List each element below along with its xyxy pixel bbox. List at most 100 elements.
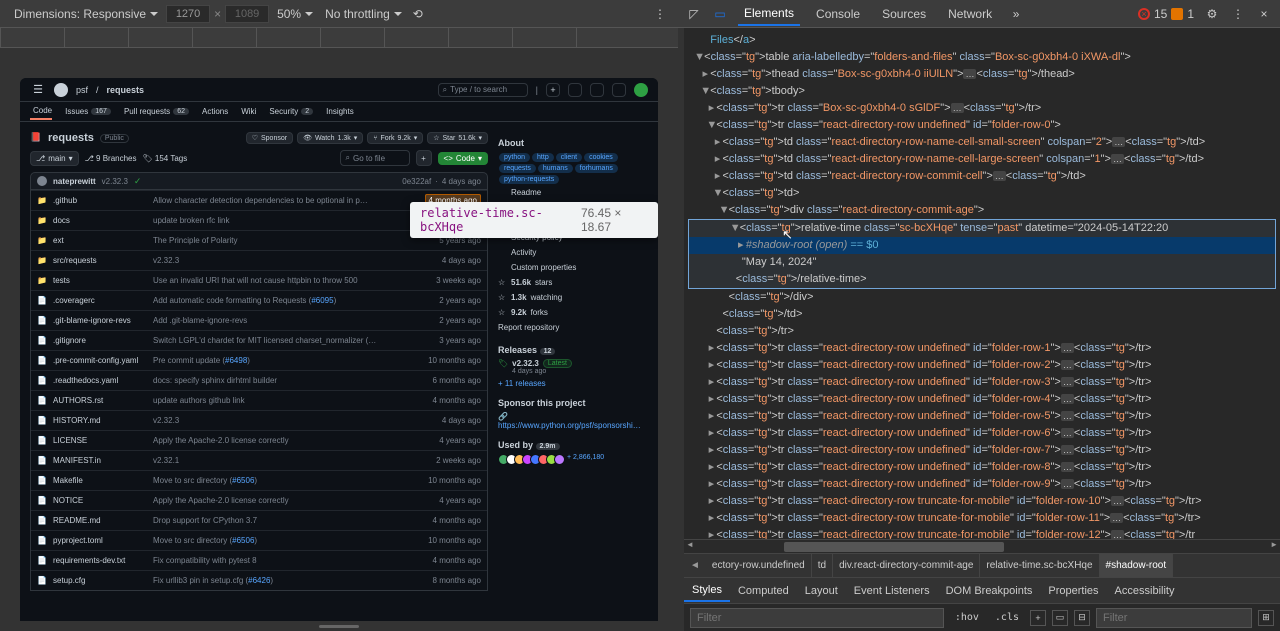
notifications-icon[interactable] [612, 83, 626, 97]
topic-tag[interactable]: http [532, 153, 554, 162]
tree-node[interactable]: ▸<class="tg">td class="react-directory-r… [684, 168, 1280, 185]
file-name[interactable]: .github [53, 196, 153, 205]
commit-message[interactable]: Move to src directory (#6506) [153, 536, 422, 545]
tree-node[interactable]: ▸<class="tg">thead class="Box-sc-g0xbh4-… [684, 66, 1280, 83]
styles-tab-dom-breakpoints[interactable]: DOM Breakpoints [938, 581, 1041, 601]
bc-item[interactable]: td [812, 554, 833, 577]
tab-sources[interactable]: Sources [876, 3, 932, 25]
file-row[interactable]: 📄MakefileMove to src directory (#6506)10… [31, 470, 487, 490]
topic-tag[interactable]: python-requests [499, 175, 559, 184]
tab-console[interactable]: Console [810, 3, 866, 25]
file-name[interactable]: .pre-commit-config.yaml [53, 356, 153, 365]
topic-tag[interactable]: cookies [584, 153, 618, 162]
styles-tab-styles[interactable]: Styles [684, 580, 730, 602]
bc-item[interactable]: ectory-row.undefined [706, 554, 812, 577]
settings-icon[interactable]: ⚙ [1204, 6, 1220, 22]
file-name[interactable]: .readthedocs.yaml [53, 376, 153, 385]
side-link[interactable]: Readme [498, 185, 648, 200]
sponsor-url[interactable]: 🔗 https://www.python.org/psf/sponsorshi… [498, 412, 648, 430]
horizontal-scrollbar[interactable] [684, 539, 1280, 553]
file-row[interactable]: 📄.gitignoreSwitch LGPL'd chardet for MIT… [31, 330, 487, 350]
star-button[interactable]: ☆ Star 51.6k ▾ [427, 132, 488, 144]
rotate-icon[interactable]: ⟲ [410, 6, 426, 22]
bc-item[interactable]: div.react-directory-commit-age [833, 554, 980, 577]
file-name[interactable]: requirements-dev.txt [53, 556, 153, 565]
file-name[interactable]: MANIFEST.in [53, 456, 153, 465]
plus-dropdown[interactable]: + [546, 83, 560, 97]
styles-tab-properties[interactable]: Properties [1040, 581, 1106, 601]
tree-node[interactable]: ▼<class="tg">tbody> [684, 83, 1280, 100]
file-name[interactable]: HISTORY.md [53, 416, 153, 425]
breadcrumb-repo[interactable]: requests [107, 85, 145, 95]
commit-message[interactable]: Use an invalid URI that will not cause h… [153, 276, 430, 285]
new-rule-icon[interactable]: + [1030, 610, 1046, 626]
device-icon[interactable]: ▭ [712, 6, 728, 22]
commit-author[interactable]: nateprewitt [53, 177, 96, 186]
tab-elements[interactable]: Elements [738, 2, 800, 26]
branch-button[interactable]: ⎇ main ▾ [30, 151, 79, 166]
file-row[interactable]: 📄pyproject.tomlMove to src directory (#6… [31, 530, 487, 550]
styles-tab-computed[interactable]: Computed [730, 581, 797, 601]
pulls-icon[interactable] [590, 83, 604, 97]
commit-sha[interactable]: 0e322af [402, 177, 431, 186]
file-row[interactable]: 📄AUTHORS.rstupdate authors github link4 … [31, 390, 487, 410]
tree-node[interactable]: ▼<class="tg">table aria-labelledby="fold… [684, 49, 1280, 66]
file-row[interactable]: 📁src/requestsv2.32.34 days ago [31, 250, 487, 270]
width-input[interactable] [166, 5, 210, 23]
file-row[interactable]: 📄.readthedocs.yamldocs: specify sphinx d… [31, 370, 487, 390]
commit-message[interactable]: v2.32.3 [153, 416, 436, 425]
breadcrumb-owner[interactable]: psf [76, 85, 88, 95]
tree-node[interactable]: Files</a> [684, 32, 1280, 49]
rendering-icon[interactable]: ⊞ [1258, 610, 1274, 626]
tree-node[interactable]: ▸<class="tg">tr class="Box-sc-g0xbh4-0 s… [684, 100, 1280, 117]
hamburger-icon[interactable]: ☰ [30, 82, 46, 98]
throttling-dropdown[interactable]: No throttling [321, 5, 406, 23]
bc-item[interactable]: relative-time.sc-bcXHqe [980, 554, 1099, 577]
commit-message[interactable]: Drop support for CPython 3.7 [153, 516, 427, 525]
nav-tab-code[interactable]: Code [30, 103, 52, 120]
commit-message[interactable]: Add automatic code formatting to Request… [153, 296, 433, 305]
file-name[interactable]: NOTICE [53, 496, 153, 505]
inspect-icon[interactable]: ◸ [686, 6, 702, 22]
stat-watching[interactable]: ☆1.3k watching [498, 290, 648, 305]
tree-node[interactable]: ▼<class="tg">td> [684, 185, 1280, 202]
commit-message[interactable]: Apply the Apache-2.0 license correctly [153, 496, 433, 505]
release-version[interactable]: v2.32.3 [512, 359, 539, 368]
file-row[interactable]: 📄.pre-commit-config.yamlPre commit updat… [31, 350, 487, 370]
topic-tag[interactable]: forhumans [575, 164, 618, 173]
commit-message[interactable]: Fix urllib3 pin in setup.cfg (#6426) [153, 576, 427, 585]
tree-node[interactable]: ▸<class="tg">tr class="react-directory-r… [684, 459, 1280, 476]
stat-stars[interactable]: ☆51.6k stars [498, 275, 648, 290]
warn-badge[interactable] [1171, 8, 1183, 20]
search-input[interactable]: ⌕Type / to search [438, 83, 528, 97]
file-name[interactable]: pyproject.toml [53, 536, 153, 545]
repo-name[interactable]: requests [48, 132, 94, 144]
file-name[interactable]: docs [53, 216, 153, 225]
avatar[interactable] [634, 83, 648, 97]
file-name[interactable]: setup.cfg [53, 576, 153, 585]
commit-message[interactable]: Allow character detection dependencies t… [153, 196, 419, 205]
topic-tag[interactable]: humans [538, 164, 573, 173]
tabs-overflow-icon[interactable]: » [1008, 6, 1024, 22]
tree-node[interactable]: ▸<class="tg">tr class="react-directory-r… [684, 510, 1280, 527]
tree-node[interactable]: ▸<class="tg">tr class="react-directory-r… [684, 374, 1280, 391]
file-row[interactable]: 📄LICENSEApply the Apache-2.0 license cor… [31, 430, 487, 450]
tree-node[interactable]: ▸<class="tg">tr class="react-directory-r… [684, 493, 1280, 510]
file-row[interactable]: 📄.git-blame-ignore-revsAdd .git-blame-ig… [31, 310, 487, 330]
tree-node[interactable]: ▸<class="tg">tr class="react-directory-r… [684, 425, 1280, 442]
tree-node[interactable]: ▸<class="tg">tr class="react-directory-r… [684, 527, 1280, 539]
file-name[interactable]: src/requests [53, 256, 153, 265]
tab-network[interactable]: Network [942, 3, 998, 25]
nav-tab-actions[interactable]: Actions [199, 104, 228, 119]
elements-tree[interactable]: Files</a> ▼<class="tg">table aria-labell… [684, 28, 1280, 539]
stat-forks[interactable]: ☆9.2k forks [498, 305, 648, 320]
commit-message[interactable]: The Principle of Polarity [153, 236, 433, 245]
commit-message[interactable]: v2.32.1 [153, 456, 430, 465]
close-icon[interactable]: × [1256, 6, 1272, 22]
file-row[interactable]: 📄MANIFEST.inv2.32.12 weeks ago [31, 450, 487, 470]
tree-node[interactable]: ▸<class="tg">tr class="react-directory-r… [684, 340, 1280, 357]
commit-message[interactable]: Pre commit update (#6498) [153, 356, 422, 365]
file-name[interactable]: README.md [53, 516, 153, 525]
bc-scroll-left[interactable]: ◄ [684, 560, 706, 571]
styles-tab-event-listeners[interactable]: Event Listeners [846, 581, 938, 601]
